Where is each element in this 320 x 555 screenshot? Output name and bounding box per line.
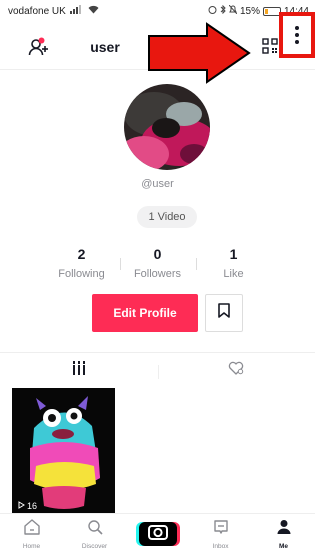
status-bar: vodafone UK 15% 14:44	[0, 0, 315, 22]
inbox-icon	[213, 519, 229, 540]
nav-create[interactable]	[126, 514, 189, 555]
stat-label: Like	[223, 268, 244, 280]
liked-heart-icon	[228, 361, 244, 380]
tab-videos[interactable]	[0, 353, 158, 388]
create-video-button[interactable]	[138, 522, 177, 546]
video-thumbnail[interactable]: 16	[12, 388, 115, 514]
more-options-button[interactable]	[279, 12, 315, 58]
play-count: 16	[18, 501, 37, 511]
stat-likes[interactable]: 1 Like	[195, 246, 272, 280]
stat-value: 2	[77, 246, 86, 262]
profile-avatar[interactable]	[124, 84, 210, 170]
tab-liked[interactable]	[157, 353, 316, 388]
stat-following[interactable]: 2 Following	[44, 246, 120, 280]
alarm-icon	[208, 5, 217, 17]
grid-icon	[72, 361, 86, 380]
stat-followers[interactable]: 0 Followers	[119, 246, 196, 280]
bottom-navigation: Home Discover Inbox Me	[0, 513, 315, 555]
battery-percent: 15%	[239, 5, 260, 17]
favorites-button[interactable]	[205, 294, 243, 332]
nav-discover[interactable]: Discover	[63, 514, 126, 555]
profile-person-icon	[276, 519, 292, 540]
stat-value: 0	[153, 246, 162, 262]
play-icon	[18, 501, 25, 511]
wifi-icon	[88, 5, 99, 17]
camera-icon	[147, 524, 168, 545]
stat-label: Followers	[133, 268, 182, 280]
annotation-arrow	[148, 22, 251, 84]
more-vertical-icon	[295, 26, 299, 44]
nav-label: Inbox	[212, 543, 229, 550]
nav-home[interactable]: Home	[0, 514, 63, 555]
bluetooth-icon	[220, 4, 226, 17]
nav-label: Home	[22, 543, 41, 550]
stat-value: 1	[229, 246, 238, 262]
search-icon	[87, 519, 103, 540]
profile-stats: 2 Following 0 Followers 1 Like	[0, 246, 315, 280]
profile-handle: @user	[141, 178, 174, 190]
carrier-label: vodafone UK	[8, 5, 66, 17]
nav-me[interactable]: Me	[252, 514, 315, 555]
play-count-value: 16	[27, 501, 38, 511]
nav-inbox[interactable]: Inbox	[189, 514, 252, 555]
qr-code-icon[interactable]	[262, 38, 278, 59]
content-tabs	[0, 352, 315, 388]
nav-label: Discover	[81, 543, 108, 550]
home-icon	[23, 519, 41, 540]
edit-profile-button[interactable]: Edit Profile	[92, 294, 198, 332]
bookmark-icon	[218, 303, 230, 323]
signal-icon	[69, 5, 84, 17]
mute-icon	[228, 4, 238, 17]
video-count-badge: 1 Video	[137, 206, 197, 228]
stat-label: Following	[58, 268, 105, 280]
nav-label: Me	[278, 543, 289, 550]
